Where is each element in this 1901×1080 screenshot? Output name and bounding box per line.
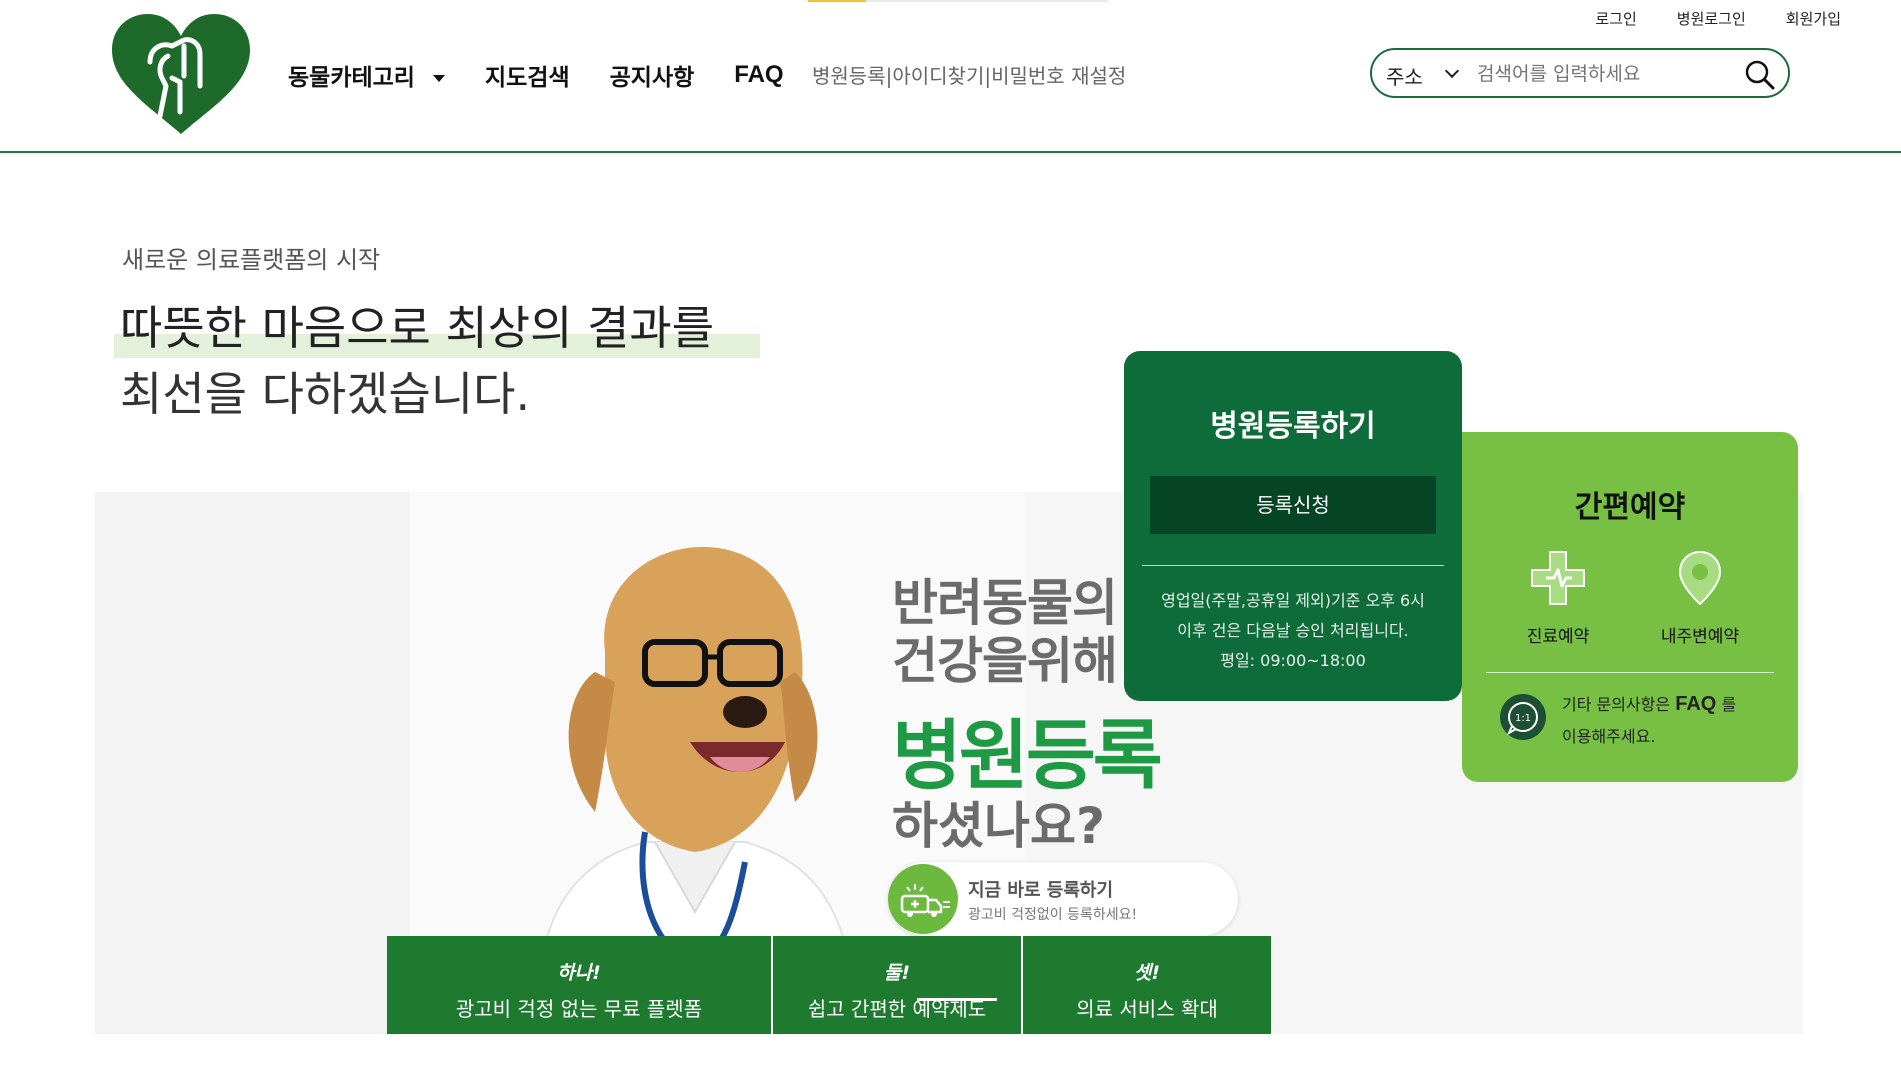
- faq-guide-post: 를: [1721, 695, 1737, 714]
- feature-number: 셋!: [1133, 962, 1161, 984]
- search-bar: 주소: [1370, 48, 1790, 98]
- hospital-register-card: 병원등록하기 등록신청 영업일(주말,공휴일 제외)기준 오후 6시 이후 건은…: [1124, 351, 1462, 701]
- main-nav: 동물카테고리 지도검색 공지사항 FAQ: [288, 58, 804, 92]
- faq-link[interactable]: FAQ: [1675, 693, 1716, 715]
- nav-notice[interactable]: 공지사항: [610, 58, 695, 92]
- medical-cross-icon: [1531, 551, 1585, 605]
- feature-item: 셋! 의료 서비스 확대: [1023, 936, 1271, 1034]
- signup-link[interactable]: 회원가입: [1786, 8, 1841, 29]
- faq-guide-pre: 기타 문의사항은: [1562, 695, 1671, 714]
- hero-headline-line1: 따뜻한 마음으로 최상의 결과를: [120, 301, 715, 355]
- search-type-select[interactable]: 주소: [1386, 61, 1423, 90]
- feature-item: 둘! 쉽고 간편한 예약제도: [773, 936, 1023, 1034]
- top-links: 로그인 병원로그인 회원가입: [1595, 8, 1841, 29]
- location-pin-icon: [1678, 550, 1722, 606]
- nav-animal-category-label: 동물카테고리: [288, 65, 415, 91]
- site-header: 로그인 병원로그인 회원가입 동물카테고리 지도검색 공지사항 FAQ 병원등록…: [0, 0, 1901, 153]
- chat-label: 1:1: [1515, 713, 1531, 724]
- feature-number: 둘!: [883, 962, 911, 984]
- ambulance-icon: [900, 884, 950, 917]
- feature-number: 하나!: [557, 962, 601, 984]
- register-apply-button[interactable]: 등록신청: [1150, 476, 1436, 534]
- nearby-booking-label: 내주변예약: [1660, 627, 1740, 647]
- clinic-booking-label: 진료예약: [1526, 627, 1590, 647]
- feature-item: 하나! 광고비 걱정 없는 무료 플렛폼: [387, 936, 773, 1034]
- faq-guide: 기타 문의사항은 FAQ 를 이용해주세요.: [1562, 688, 1782, 753]
- chevron-down-icon[interactable]: [1444, 63, 1460, 79]
- hospital-login-link[interactable]: 병원로그인: [1677, 8, 1746, 29]
- search-input[interactable]: [1475, 62, 1739, 86]
- register-card-title: 병원등록하기: [1210, 409, 1376, 444]
- banner-line1-2: 반려동물의 건강을위해: [892, 574, 1118, 690]
- nav-faq[interactable]: FAQ: [734, 61, 783, 89]
- nav-animal-category[interactable]: 동물카테고리: [288, 58, 445, 92]
- banner-line2: 건강을위해: [892, 632, 1118, 690]
- banner-line1: 반려동물의: [892, 574, 1118, 632]
- easy-booking-title: 간편예약: [1574, 490, 1686, 525]
- reset-password-link[interactable]: 비밀번호 재설정: [991, 64, 1126, 88]
- progress-indicator: [808, 0, 1108, 2]
- logo-heart-dog-icon[interactable]: [110, 12, 252, 136]
- easy-booking-card: 간편예약 진료예약 내주변예약 1:1 기타 문의사항은 FAQ 를 이용해주세…: [1462, 432, 1798, 782]
- register-info-hours: 평일: 09:00~18:00: [1220, 651, 1366, 670]
- find-id-link[interactable]: 아이디찾기: [892, 64, 984, 88]
- one-to-one-chat-icon[interactable]: 1:1: [1500, 694, 1546, 740]
- banner-line4: 하셨나요?: [892, 797, 1106, 855]
- feature-desc: 광고비 걱정 없는 무료 플렛폼: [455, 997, 703, 1021]
- badge-subtitle: 광고비 걱정없이 등록하세요!: [968, 907, 1138, 923]
- nearby-booking-option[interactable]: 내주변예약: [1640, 548, 1760, 647]
- register-info-line2: 이후 건은 다음날 승인 처리됩니다.: [1177, 621, 1409, 640]
- divider: [1142, 565, 1444, 566]
- search-icon[interactable]: [1744, 59, 1776, 91]
- feature-strip: 하나! 광고비 걱정 없는 무료 플렛폼 둘! 쉽고 간편한 예약제도 셋! 의…: [387, 936, 1271, 1034]
- slide-indicator[interactable]: [917, 998, 997, 1001]
- register-now-badge[interactable]: 지금 바로 등록하기 광고비 걱정없이 등록하세요!: [888, 862, 1238, 936]
- hospital-register-link[interactable]: 병원등록: [812, 64, 886, 88]
- badge-title: 지금 바로 등록하기: [968, 880, 1114, 901]
- clinic-booking-option[interactable]: 진료예약: [1498, 548, 1618, 647]
- nav-map-search[interactable]: 지도검색: [485, 58, 570, 92]
- feature-desc: 의료 서비스 확대: [1076, 997, 1218, 1021]
- register-info: 영업일(주말,공휴일 제외)기준 오후 6시 이후 건은 다음날 승인 처리됩니…: [1132, 586, 1454, 676]
- hero-headline-line2: 최선을 다하겠습니다.: [120, 367, 531, 421]
- divider: [1486, 672, 1774, 673]
- login-link[interactable]: 로그인: [1595, 8, 1636, 29]
- sub-nav: 병원등록|아이디찾기|비밀번호 재설정: [812, 60, 1126, 89]
- hero-subtitle: 새로운 의료플랫폼의 시작: [122, 246, 381, 274]
- faq-guide-line2: 이용해주세요.: [1562, 727, 1656, 746]
- ambulance-circle: [888, 864, 958, 934]
- chat-bubble-icon: 1:1: [1506, 702, 1538, 736]
- caret-down-icon: [432, 75, 445, 82]
- register-info-line1: 영업일(주말,공휴일 제외)기준 오후 6시: [1161, 591, 1425, 610]
